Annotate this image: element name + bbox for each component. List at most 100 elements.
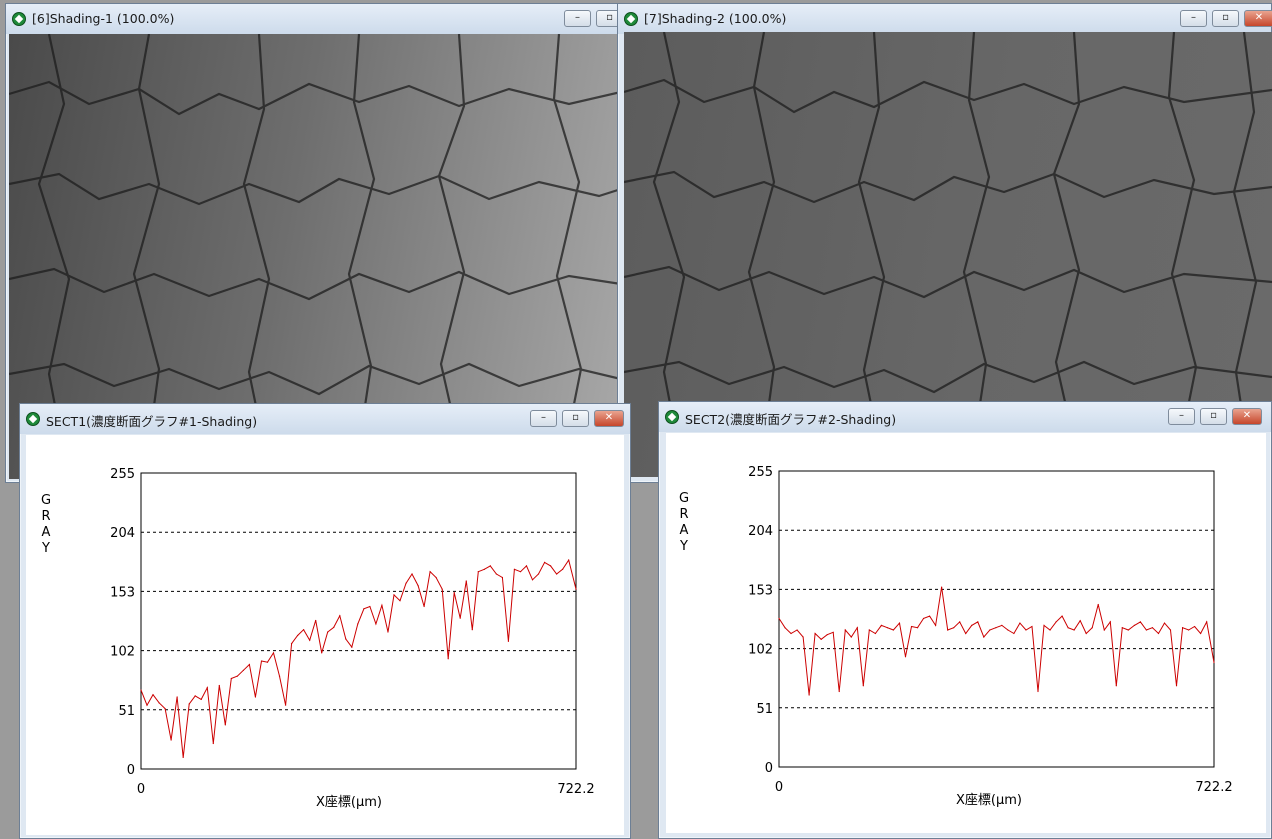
data-point: [266, 661, 269, 663]
maximize-button[interactable]: ▫: [1200, 408, 1227, 425]
x-tick-label: 0: [775, 780, 783, 795]
data-point: [453, 591, 455, 594]
data-point: [393, 594, 395, 596]
data-point: [284, 704, 287, 706]
close-button[interactable]: ✕: [1244, 10, 1272, 27]
data-point: [200, 698, 202, 700]
title-bar[interactable]: [7]Shading-2 (100.0%) – ▫ ✕: [618, 4, 1272, 34]
title-bar[interactable]: [6]Shading-1 (100.0%) – ▫: [6, 4, 626, 34]
data-point: [501, 576, 503, 579]
data-point: [423, 605, 425, 608]
data-point: [242, 669, 244, 671]
data-point: [1133, 624, 1135, 626]
data-point: [796, 629, 798, 631]
chart-area: GRAY 0 51 102 153 204 255 0 722.2 X座標(μm): [666, 433, 1266, 833]
data-point: [188, 703, 190, 705]
y-tick-label: 153: [748, 583, 773, 598]
data-point: [483, 568, 485, 570]
data-point: [1007, 629, 1009, 631]
data-point: [1121, 627, 1123, 629]
data-point: [537, 573, 540, 575]
window-title: SECT1(濃度断面グラフ#1-Shading): [46, 414, 258, 429]
y-tick-label: 0: [765, 761, 773, 776]
sect2-window[interactable]: SECT2(濃度断面グラフ#2-Shading) – ▫ ✕ GRAY 0 51 1…: [658, 401, 1272, 839]
data-point: [977, 621, 979, 623]
data-point: [272, 652, 275, 654]
data-point: [278, 675, 281, 677]
data-point: [1187, 629, 1190, 631]
data-point: [297, 634, 299, 637]
x-tick-label: 0: [137, 782, 145, 797]
series-line: [778, 587, 1215, 696]
app-icon: [26, 412, 40, 426]
maximize-button[interactable]: ▫: [562, 410, 589, 427]
data-point: [543, 561, 546, 563]
data-point: [1127, 629, 1129, 631]
data-point: [375, 623, 377, 625]
series-line: [140, 558, 577, 758]
data-point: [164, 708, 166, 710]
data-point: [820, 638, 822, 640]
close-button[interactable]: ✕: [594, 410, 624, 427]
data-point: [1181, 627, 1184, 629]
data-point: [886, 627, 889, 629]
data-point: [935, 624, 937, 626]
data-point: [549, 565, 552, 567]
data-point: [995, 627, 997, 629]
data-point: [206, 687, 208, 689]
app-icon: [665, 410, 679, 424]
data-point: [495, 573, 497, 575]
data-point: [1049, 629, 1051, 631]
data-point: [351, 646, 353, 648]
data-point: [1031, 625, 1033, 628]
data-point: [778, 617, 780, 620]
data-point: [441, 588, 443, 590]
data-point: [477, 571, 479, 573]
title-bar[interactable]: SECT1(濃度断面グラフ#1-Shading) – ▫ ✕: [20, 404, 630, 434]
data-point: [399, 600, 401, 602]
data-point: [381, 604, 383, 606]
data-point: [784, 627, 786, 629]
minimize-button[interactable]: –: [530, 410, 557, 427]
data-point: [814, 632, 816, 635]
data-point: [152, 694, 154, 696]
minimize-button[interactable]: –: [1168, 408, 1195, 425]
data-point: [1061, 615, 1063, 617]
data-point: [327, 631, 329, 633]
close-button[interactable]: ✕: [1232, 408, 1262, 425]
y-tick-label: 51: [756, 702, 773, 717]
data-point: [953, 627, 955, 629]
title-bar[interactable]: SECT2(濃度断面グラフ#2-Shading) – ▫ ✕: [659, 402, 1271, 432]
data-point: [429, 571, 431, 573]
y-tick-label: 255: [748, 465, 773, 480]
data-point: [248, 663, 251, 666]
data-point: [435, 576, 437, 579]
minimize-button[interactable]: –: [564, 10, 591, 27]
data-point: [868, 629, 870, 631]
data-point: [1157, 632, 1160, 635]
data-point: [224, 724, 226, 726]
data-point: [568, 559, 570, 561]
sect1-chart: 0 51 102 153 204 255 0 722.2: [110, 467, 594, 797]
maximize-button[interactable]: ▫: [1212, 10, 1239, 27]
minimize-button[interactable]: –: [1180, 10, 1207, 27]
data-point: [531, 579, 534, 581]
data-point: [1163, 622, 1166, 624]
data-point: [850, 636, 852, 638]
data-point: [941, 586, 943, 588]
data-point: [575, 588, 577, 590]
data-point: [465, 580, 467, 582]
data-point: [519, 571, 522, 573]
data-point: [513, 568, 516, 570]
data-point: [333, 626, 335, 628]
data-point: [916, 627, 919, 629]
y-tick-label: 255: [110, 467, 135, 482]
data-point: [369, 605, 371, 608]
sect1-window[interactable]: SECT1(濃度断面グラフ#1-Shading) – ▫ ✕ GRAY 0 51 1…: [19, 403, 631, 839]
window-title: [7]Shading-2 (100.0%): [644, 11, 787, 26]
data-point: [808, 694, 810, 696]
data-point: [874, 632, 876, 635]
data-point: [844, 629, 846, 631]
data-point: [1213, 661, 1215, 664]
data-point: [405, 582, 407, 584]
